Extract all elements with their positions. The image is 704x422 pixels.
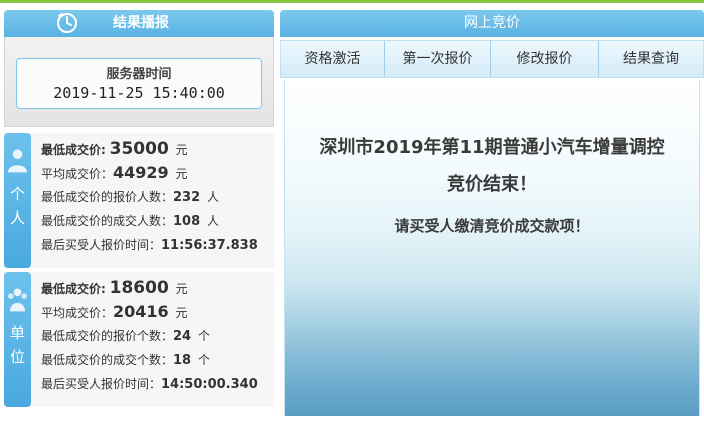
server-time-box: 服务器时间 2019-11-25 15:40:00 — [4, 37, 274, 127]
tab-first-bid[interactable]: 第一次报价 — [385, 41, 491, 77]
server-time-value: 2019-11-25 15:40:00 — [53, 84, 225, 102]
unit-tab: 单 位 — [4, 272, 31, 407]
personal-min-bidders-label: 最低成交价的报价人数： — [41, 190, 174, 204]
unit-stats: 最低成交价: 18600 元 平均成交价：20416 元 最低成交价的报价个数：… — [41, 276, 271, 396]
personal-last-time-row: 最后买受人报价时间：11:56:37.838 — [41, 233, 271, 257]
unit-min-deal-value: 18 — [173, 353, 192, 368]
unit-last-time-row: 最后买受人报价时间：14:50:00.340 — [41, 372, 271, 396]
personal-min-deal-unit: 人 — [206, 214, 219, 228]
bidding-end-message-line2: 竞价结束！ — [447, 174, 537, 195]
personal-min-price-label: 最低成交价: — [41, 143, 106, 157]
unit-min-price-unit: 元 — [175, 282, 188, 296]
personal-min-bidders-unit: 人 — [206, 190, 219, 204]
bidding-tab-bar: 资格激活 第一次报价 修改报价 结果查询 — [280, 40, 704, 78]
result-broadcast-header: 结果播报 — [4, 10, 274, 37]
unit-tab-char-1: 单 — [9, 324, 25, 342]
unit-avg-price-label: 平均成交价： — [41, 306, 114, 320]
personal-min-price-value: 35000 — [109, 139, 169, 159]
personal-avg-price-row: 平均成交价：44929 元 — [41, 161, 271, 185]
unit-section: 单 位 最低成交价: 18600 元 平均成交价：20416 元 最低成交价的报… — [4, 272, 274, 407]
online-bidding-panel: 网上竞价 资格激活 第一次报价 修改报价 结果查询 深圳市2019年第11期普通… — [280, 10, 704, 418]
top-accent-line — [0, 0, 704, 3]
personal-tab-char-1: 个 — [9, 185, 25, 203]
personal-section: 个 人 最低成交价: 35000 元 平均成交价：44929 元 最低成交价的报… — [4, 133, 274, 268]
unit-tab-char-2: 位 — [9, 348, 25, 366]
personal-min-deal-value: 108 — [173, 214, 201, 229]
tab-qualification-activation[interactable]: 资格激活 — [281, 41, 385, 77]
personal-min-price-row: 最低成交价: 35000 元 — [41, 137, 271, 161]
unit-min-price-row: 最低成交价: 18600 元 — [41, 276, 271, 300]
unit-min-bidders-value: 24 — [173, 329, 192, 344]
bidding-end-message-line1: 深圳市2019年第11期普通小汽车增量调控 — [319, 137, 665, 158]
unit-min-bidders-label: 最低成交价的报价个数： — [41, 329, 174, 343]
server-time-inner: 服务器时间 2019-11-25 15:40:00 — [16, 58, 262, 109]
personal-min-bidders-value: 232 — [173, 190, 201, 205]
bidding-content-area: 深圳市2019年第11期普通小汽车增量调控 竞价结束！ 请买受人缴清竞价成交款项… — [284, 81, 700, 416]
unit-avg-price-row: 平均成交价：20416 元 — [41, 300, 271, 324]
unit-min-deal-row: 最低成交价的成交个数：18 个 — [41, 348, 271, 372]
payment-reminder-message: 请买受人缴清竞价成交款项！ — [394, 217, 590, 235]
tab-modify-bid[interactable]: 修改报价 — [491, 41, 599, 77]
personal-last-time-label: 最后买受人报价时间： — [41, 238, 162, 252]
personal-avg-price-value: 44929 — [113, 163, 169, 182]
unit-min-price-value: 18600 — [109, 278, 169, 298]
person-icon — [7, 149, 28, 173]
unit-avg-price-unit: 元 — [175, 306, 188, 320]
unit-min-price-label: 最低成交价: — [41, 282, 106, 296]
server-time-label: 服务器时间 — [106, 67, 172, 82]
personal-avg-price-label: 平均成交价： — [41, 167, 114, 181]
unit-min-deal-label: 最低成交价的成交个数： — [41, 353, 174, 367]
online-bidding-header: 网上竞价 — [280, 10, 704, 37]
personal-min-deal-row: 最低成交价的成交人数：108 人 — [41, 209, 271, 233]
unit-min-bidders-row: 最低成交价的报价个数：24 个 — [41, 324, 271, 348]
personal-stats: 最低成交价: 35000 元 平均成交价：44929 元 最低成交价的报价人数：… — [41, 137, 271, 257]
unit-last-time-value: 14:50:00.340 — [161, 377, 258, 392]
unit-avg-price-value: 20416 — [113, 302, 169, 321]
group-icon — [7, 288, 28, 312]
personal-last-time-value: 11:56:37.838 — [161, 238, 258, 253]
personal-avg-price-unit: 元 — [175, 167, 188, 181]
personal-tab-char-2: 人 — [9, 209, 25, 227]
result-broadcast-title: 结果播报 — [113, 15, 169, 31]
unit-min-bidders-unit: 个 — [197, 329, 210, 343]
personal-tab: 个 人 — [4, 133, 31, 268]
personal-min-price-unit: 元 — [175, 143, 188, 157]
personal-min-bidders-row: 最低成交价的报价人数：232 人 — [41, 185, 271, 209]
unit-min-deal-unit: 个 — [197, 353, 210, 367]
personal-min-deal-label: 最低成交价的成交人数： — [41, 214, 174, 228]
unit-last-time-label: 最后买受人报价时间： — [41, 377, 162, 391]
result-broadcast-panel: 结果播报 服务器时间 2019-11-25 15:40:00 个 人 最低成交价… — [4, 10, 274, 418]
tab-result-query[interactable]: 结果查询 — [599, 41, 703, 77]
